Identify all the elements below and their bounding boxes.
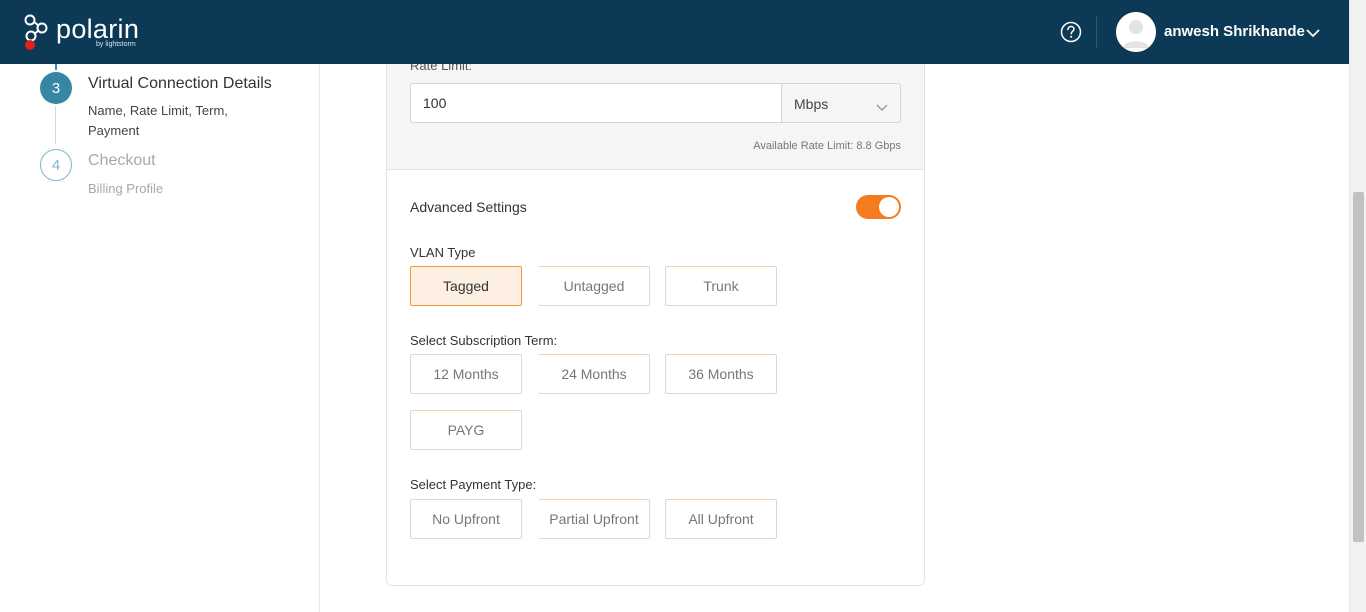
payment-type-label: Select Payment Type: (410, 477, 537, 492)
stepper-connector-top (55, 64, 57, 70)
step-subtitle-checkout: Billing Profile (88, 181, 164, 196)
logo-tagline: by lightstorm (96, 41, 136, 48)
step-number-4[interactable]: 4 (40, 149, 72, 181)
stepper-panel: 3 Virtual Connection Details Name, Rate … (0, 64, 320, 612)
term-option-12-months[interactable]: 12 Months (410, 354, 522, 394)
vlan-type-label: VLAN Type (410, 245, 476, 260)
page-scrollbar[interactable] (1349, 0, 1366, 612)
vlan-option-trunk[interactable]: Trunk (665, 266, 777, 306)
user-menu-chevron-icon[interactable] (1305, 26, 1321, 38)
chevron-down-icon (876, 99, 888, 111)
stepper-connector (55, 106, 56, 144)
step-title-checkout[interactable]: Checkout (88, 152, 156, 170)
vlan-option-untagged[interactable]: Untagged (538, 266, 650, 306)
rate-unit-select[interactable]: Mbps (781, 83, 901, 123)
scrollbar-thumb[interactable] (1353, 192, 1364, 542)
payment-option-all-upfront[interactable]: All Upfront (665, 499, 777, 539)
subscription-term-label: Select Subscription Term: (410, 333, 558, 348)
term-option-24-months[interactable]: 24 Months (538, 354, 650, 394)
advanced-settings-toggle[interactable] (856, 195, 901, 219)
step-number-3[interactable]: 3 (40, 72, 72, 104)
user-silhouette-icon (1116, 12, 1156, 52)
term-option-36-months[interactable]: 36 Months (665, 354, 777, 394)
help-icon[interactable] (1060, 21, 1082, 43)
payment-option-no-upfront[interactable]: No Upfront (410, 499, 522, 539)
top-navigation-bar: polarin by lightstorm anwesh Shrikhande (0, 0, 1349, 64)
step-title-virtual-connection[interactable]: Virtual Connection Details (88, 75, 272, 93)
user-name[interactable]: anwesh Shrikhande (1164, 23, 1305, 40)
rate-limit-input[interactable] (410, 83, 782, 123)
polarin-logo[interactable]: polarin by lightstorm (22, 12, 152, 52)
step-subtitle-virtual-connection: Name, Rate Limit, Term, Payment (88, 103, 228, 138)
vlan-option-tagged[interactable]: Tagged (410, 266, 522, 306)
user-avatar[interactable] (1116, 12, 1156, 52)
payment-option-partial-upfront[interactable]: Partial Upfront (538, 499, 650, 539)
rate-unit-value: Mbps (794, 96, 829, 112)
toggle-knob (879, 197, 899, 217)
logo-mark-icon (24, 14, 48, 50)
term-option-payg[interactable]: PAYG (410, 410, 522, 450)
connection-details-card: Rate Limit: Mbps Available Rate Limit: 8… (386, 40, 925, 586)
available-rate-limit: Available Rate Limit: 8.8 Gbps (753, 140, 901, 152)
advanced-settings-label: Advanced Settings (410, 199, 527, 215)
header-divider (1096, 16, 1097, 48)
